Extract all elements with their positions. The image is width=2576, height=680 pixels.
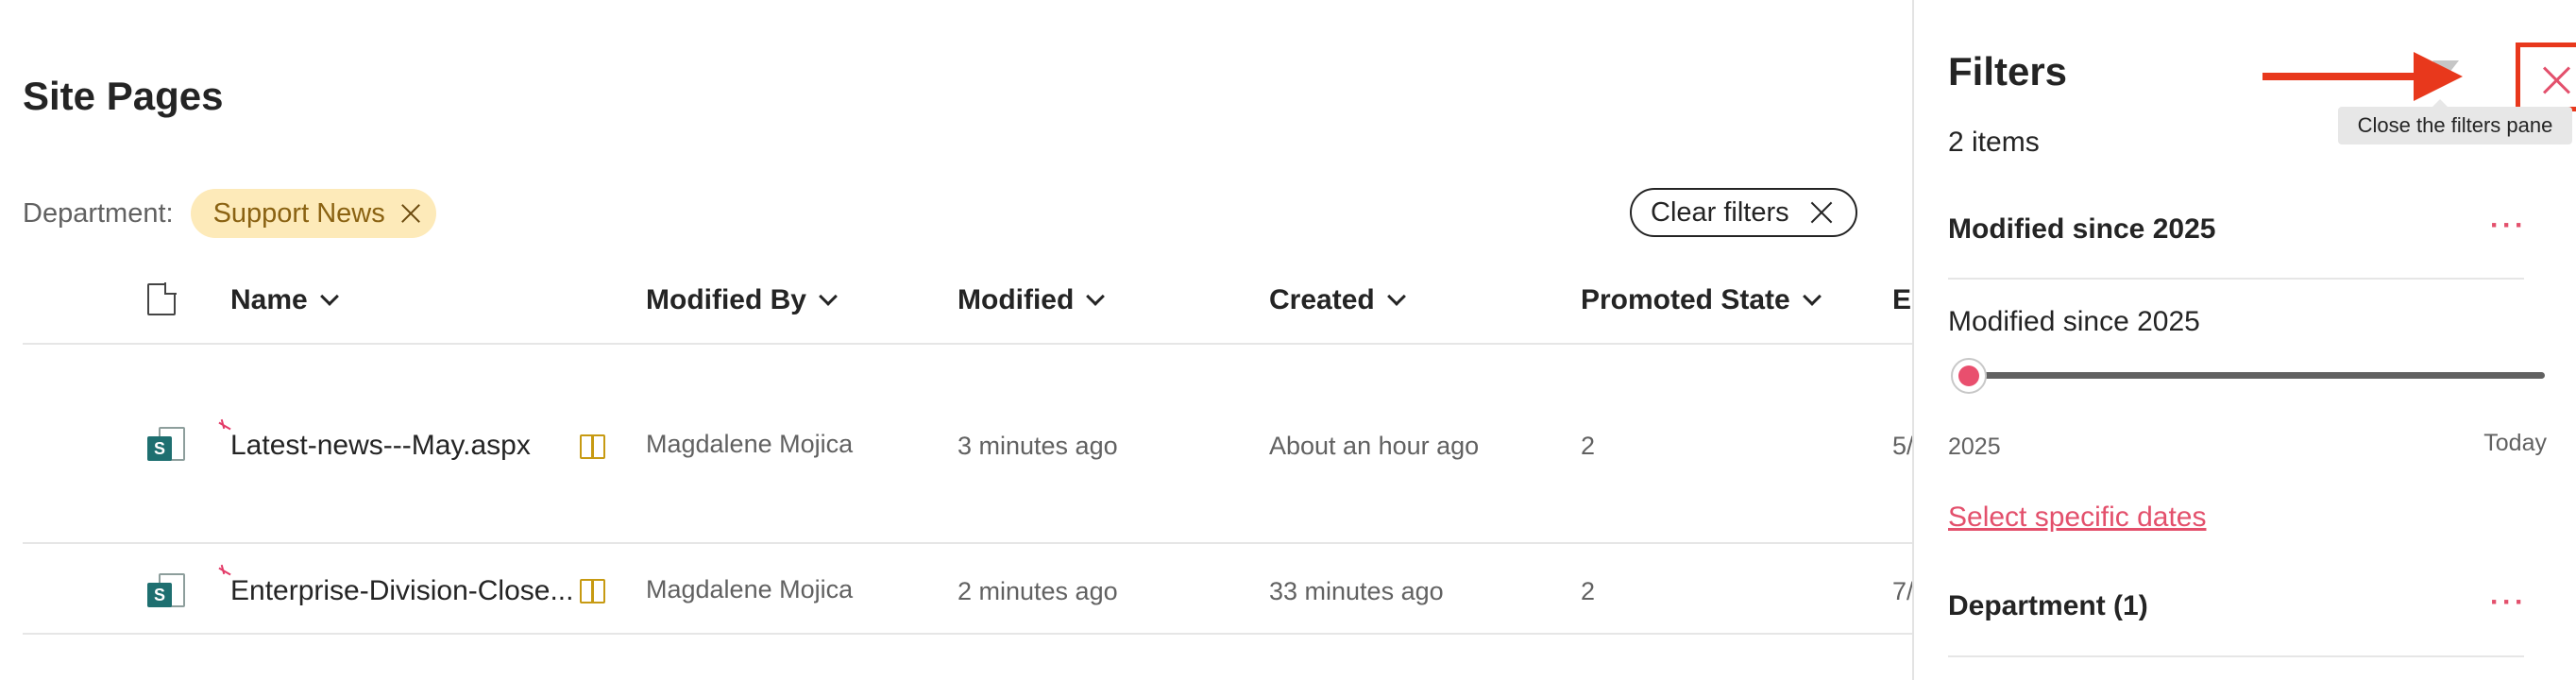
column-header-name[interactable]: Name [230, 281, 339, 319]
column-header-extra[interactable]: E [1892, 281, 1911, 319]
row-promoted-state: 2 [1581, 432, 1596, 460]
section-divider [1948, 655, 2524, 657]
page-title: Site Pages [23, 74, 224, 118]
column-header-created-label: Created [1269, 284, 1375, 315]
filter-chip-label: Support News [212, 197, 385, 229]
active-filter-row: Department: Support News [23, 189, 436, 238]
sharepoint-badge: S [147, 436, 172, 461]
document-icon [147, 282, 177, 315]
slider-min-label: 2025 [1948, 434, 2001, 460]
row-promoted-state: 2 [1581, 577, 1596, 605]
clear-filters-button[interactable]: Clear filters [1630, 188, 1857, 237]
close-icon [1810, 201, 1833, 224]
column-header-modified[interactable]: Modified [958, 281, 1106, 319]
row-extra: 7/ [1892, 577, 1912, 605]
sharepoint-page-icon: S [147, 425, 189, 465]
section-divider [1948, 278, 2524, 280]
close-tooltip: Close the filters pane [2338, 99, 2572, 144]
clear-filters-label: Clear filters [1651, 196, 1789, 228]
column-header-modified-by[interactable]: Modified By [646, 281, 838, 319]
column-header-created[interactable]: Created [1269, 281, 1406, 319]
annotation-arrow-head [2414, 52, 2463, 101]
chevron-down-icon [1386, 287, 1406, 306]
column-header-modified-by-label: Modified By [646, 284, 806, 315]
book-icon[interactable] [580, 434, 605, 459]
column-header-name-label: Name [230, 284, 308, 315]
row-modified-by[interactable]: Magdalene Mojica [646, 430, 853, 459]
row-created: About an hour ago [1269, 432, 1480, 460]
header-divider [23, 343, 1912, 345]
modified-slider-label: Modified since 2025 [1948, 306, 2200, 337]
more-options-icon[interactable]: ··· [2490, 586, 2527, 619]
column-header-modified-label: Modified [958, 284, 1075, 315]
row-created: 33 minutes ago [1269, 577, 1444, 605]
chevron-down-icon [319, 287, 339, 306]
close-filters-pane-button[interactable] [2516, 42, 2576, 111]
department-section-header[interactable]: Department (1) [1948, 590, 2148, 622]
filters-pane-title: Filters [1948, 49, 2068, 94]
row-divider [23, 542, 1912, 544]
sharepoint-badge: S [147, 583, 172, 607]
row-name-link[interactable]: Latest-news---May.aspx [230, 430, 531, 462]
slider-max-label: Today [2483, 430, 2547, 456]
chevron-down-icon [1802, 287, 1822, 306]
filter-label: Department: [23, 197, 174, 229]
book-icon[interactable] [580, 579, 605, 604]
select-specific-dates-link[interactable]: Select specific dates [1948, 502, 2206, 534]
filter-chip-support-news[interactable]: Support News [190, 189, 436, 238]
more-options-icon[interactable]: ··· [2490, 210, 2527, 242]
row-name-link[interactable]: Enterprise-Division-Close... [230, 575, 573, 607]
filters-item-count: 2 items [1948, 127, 2040, 158]
modified-section-header[interactable]: Modified since 2025 [1948, 213, 2215, 246]
row-extra: 5/ [1892, 432, 1912, 460]
date-range-slider-track[interactable] [1971, 372, 2545, 379]
filters-pane: Filters 2 items Modified since 2025 ··· … [1912, 0, 2576, 680]
chevron-down-icon [819, 287, 838, 306]
library-view: Site Pages Department: Support News Clea… [0, 0, 1912, 680]
sharepoint-page-icon: S [147, 571, 189, 611]
remove-filter-icon[interactable] [400, 203, 421, 224]
row-modified: 3 minutes ago [958, 432, 1118, 460]
column-header-promoted-state-label: Promoted State [1581, 284, 1790, 315]
close-icon [2543, 67, 2569, 94]
date-range-slider-thumb[interactable] [1951, 358, 1987, 394]
column-header-promoted-state[interactable]: Promoted State [1581, 281, 1822, 319]
chevron-down-icon [1086, 287, 1106, 306]
row-divider [23, 633, 1912, 635]
row-modified: 2 minutes ago [958, 577, 1118, 605]
column-header-extra-label: E [1892, 284, 1912, 315]
row-modified-by[interactable]: Magdalene Mojica [646, 575, 853, 604]
